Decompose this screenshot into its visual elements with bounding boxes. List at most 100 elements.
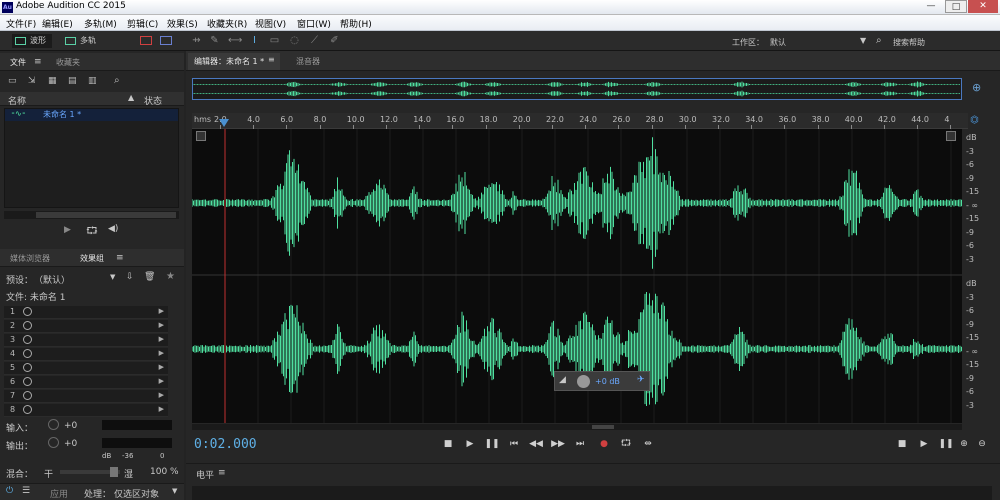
effect-slot[interactable]: 2 ▶ xyxy=(4,320,168,333)
pause-icon[interactable]: ❚❚ xyxy=(938,437,954,451)
menu-window[interactable]: 窗口(W) xyxy=(297,17,331,30)
power-icon[interactable] xyxy=(23,405,32,414)
tab-media-browser[interactable]: 媒体浏览器 xyxy=(10,253,50,264)
menu-clip[interactable]: 剪辑(C) xyxy=(127,17,158,30)
menu-multitrack[interactable]: 多轨(M) xyxy=(84,17,117,30)
spectral-frequency-icon[interactable] xyxy=(140,36,152,45)
effect-slot[interactable]: 6 ▶ xyxy=(4,376,168,389)
horizontal-scrollbar[interactable] xyxy=(192,424,962,430)
preset-dropdown[interactable]: （默认） xyxy=(34,273,70,286)
lasso-tool-icon[interactable]: ◌ xyxy=(288,35,301,47)
zoom-in-icon[interactable]: ⊕ xyxy=(956,437,972,451)
power-icon[interactable] xyxy=(23,321,32,330)
chevron-right-icon[interactable]: ▶ xyxy=(159,377,164,385)
zoom-icon[interactable]: ⊕ xyxy=(972,81,981,94)
tab-mixer[interactable]: 混音器 xyxy=(296,56,320,67)
star-icon[interactable]: ★ xyxy=(166,271,175,282)
tab-levels[interactable]: 电平 xyxy=(196,468,214,481)
effect-slot[interactable]: 7 ▶ xyxy=(4,390,168,403)
effect-slot[interactable]: 5 ▶ xyxy=(4,362,168,375)
waveform-mode-button[interactable]: 波形 xyxy=(12,34,52,48)
search-icon[interactable]: ⌕ xyxy=(876,35,882,46)
open-folder-icon[interactable]: ▭ xyxy=(8,76,17,86)
horizontal-scrollbar[interactable] xyxy=(4,211,179,219)
chevron-right-icon[interactable]: ▶ xyxy=(159,363,164,371)
effect-slot[interactable]: 1 ▶ xyxy=(4,306,168,319)
menu-help[interactable]: 帮助(H) xyxy=(340,17,372,30)
loop-icon[interactable]: ⮔ xyxy=(618,437,634,451)
output-knob[interactable] xyxy=(48,437,59,448)
power-icon[interactable] xyxy=(23,349,32,358)
menu-icon[interactable]: ≡ xyxy=(34,57,42,67)
menu-edit[interactable]: 编辑(E) xyxy=(42,17,73,30)
play-icon[interactable]: ▶ xyxy=(64,225,71,235)
menu-icon[interactable]: ≡ xyxy=(218,468,226,478)
menu-effects[interactable]: 效果(S) xyxy=(167,17,198,30)
new-file-icon[interactable]: ▦ xyxy=(48,76,57,86)
channel-a-icon[interactable] xyxy=(196,131,206,141)
workspace-dropdown[interactable]: 默认 xyxy=(770,37,870,48)
stop-icon[interactable]: ■ xyxy=(440,437,456,451)
power-icon[interactable]: ⏻ xyxy=(6,486,13,496)
timecode-display-icon[interactable]: ⏣ xyxy=(970,115,979,126)
razor-tool-icon[interactable]: ✎ xyxy=(208,35,221,47)
volume-knob[interactable] xyxy=(577,375,590,388)
record-icon[interactable]: ● xyxy=(596,437,612,451)
input-knob[interactable] xyxy=(48,419,59,430)
brush-tool-icon[interactable]: ⟋ xyxy=(308,35,321,47)
tab-favorites[interactable]: 收藏夹 xyxy=(56,57,80,68)
trash-icon[interactable]: 🗑 xyxy=(144,272,155,282)
chevron-right-icon[interactable]: ▶ xyxy=(159,335,164,343)
hud-volume[interactable]: ◢ +0 dB ✈ xyxy=(554,371,650,391)
effect-slot[interactable]: 3 ▶ xyxy=(4,334,168,347)
slip-tool-icon[interactable]: ⟷ xyxy=(228,35,241,47)
menu-view[interactable]: 视图(V) xyxy=(255,17,286,30)
playhead-handle[interactable] xyxy=(219,119,229,127)
loop-icon[interactable]: ⮔ xyxy=(86,224,98,241)
menu-icon[interactable]: ≡ xyxy=(268,55,275,64)
chevron-right-icon[interactable]: ▶ xyxy=(159,307,164,315)
spectral-pitch-icon[interactable] xyxy=(160,36,172,45)
menu-icon[interactable]: ≡ xyxy=(116,253,124,263)
chevron-down-icon[interactable]: ▼ xyxy=(172,487,177,495)
menu-favorites[interactable]: 收藏夹(R) xyxy=(207,17,247,30)
column-name-header[interactable]: 名称 xyxy=(8,94,26,107)
search-help-field[interactable]: 搜索帮助 xyxy=(893,37,925,48)
fast-forward-icon[interactable]: ▶▶ xyxy=(550,437,566,451)
chevron-right-icon[interactable]: ▶ xyxy=(159,349,164,357)
apply-button[interactable]: 应用 xyxy=(50,487,68,500)
import-icon[interactable]: ⇲ xyxy=(28,76,36,86)
minimize-button[interactable]: — xyxy=(920,0,942,13)
pin-icon[interactable]: ✈ xyxy=(637,375,645,385)
power-icon[interactable] xyxy=(23,391,32,400)
save-icon[interactable]: ▤ xyxy=(68,76,77,86)
menu-file[interactable]: 文件(F) xyxy=(6,17,36,30)
sort-up-icon[interactable]: ▲ xyxy=(128,93,134,102)
column-status-header[interactable]: 状态 xyxy=(144,94,162,107)
power-icon[interactable] xyxy=(23,307,32,316)
chevron-right-icon[interactable]: ▶ xyxy=(159,391,164,399)
power-icon[interactable] xyxy=(23,377,32,386)
go-to-end-icon[interactable]: ⏭ xyxy=(572,437,588,451)
effect-slot[interactable]: 8 ▶ xyxy=(4,404,168,417)
waveform-overview[interactable] xyxy=(192,78,962,100)
chevron-down-icon[interactable]: ▼ xyxy=(860,36,866,45)
rewind-icon[interactable]: ◀◀ xyxy=(528,437,544,451)
list-item[interactable]: ⁃∿⁃ 未命名 1 * xyxy=(5,109,178,121)
search-icon[interactable]: ⌕ xyxy=(114,75,120,86)
chevron-right-icon[interactable]: ▶ xyxy=(159,405,164,413)
tab-effects-rack[interactable]: 效果组 xyxy=(80,253,104,264)
pause-icon[interactable]: ❚❚ xyxy=(484,437,500,451)
list-icon[interactable]: ☰ xyxy=(22,486,30,496)
play-icon[interactable]: ▶ xyxy=(462,437,478,451)
tab-files[interactable]: 文件 xyxy=(10,57,26,68)
zoom-out-icon[interactable]: ⊖ xyxy=(974,437,990,451)
go-to-start-icon[interactable]: ⏮ xyxy=(506,437,522,451)
channel-b-icon[interactable] xyxy=(946,131,956,141)
spot-healing-tool-icon[interactable]: ✐ xyxy=(328,35,341,47)
skip-selection-icon[interactable]: ⇹ xyxy=(640,437,656,451)
time-selection-tool-icon[interactable]: I xyxy=(248,35,261,47)
tab-editor[interactable]: 编辑器：未命名 1 * xyxy=(188,53,280,70)
move-tool-icon[interactable]: ⇸ xyxy=(190,35,203,47)
maximize-button[interactable]: □ xyxy=(945,0,967,13)
